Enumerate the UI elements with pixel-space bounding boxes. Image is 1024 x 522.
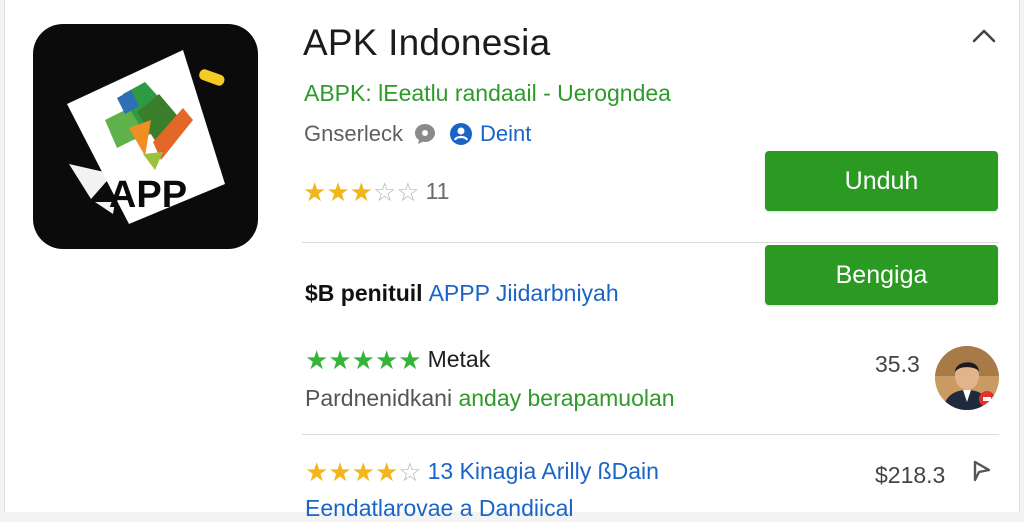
star-icon: ★ [374,344,399,375]
review-item: ★ ★ ★ ★ ★ Metak Pardnenidkani anday berapamu… [305,346,675,412]
section-title: $B penituil [305,280,423,306]
app-title: APK Indonesia [303,22,551,63]
review-item: ★ ★ ★ ★ ☆ 13 Kinagia Arilly ßDain Eendatlaro… [305,458,659,522]
review-value: $218.3 [875,462,946,488]
app-subtitle: ABPK: lEeatlu randaail - Uerogndea [304,80,671,106]
app-rating: ★ ★ ★ ☆ ☆ 11 [303,178,449,205]
collapse-button[interactable] [969,22,999,52]
rating-count: 11 [425,178,450,204]
star-icon: ★ [351,344,375,375]
review-text: Eendatlarovae a Dandiical [305,495,574,521]
app-logo-graphic: APP [67,50,225,224]
avatar-image [935,346,999,410]
star-icon: ★ [328,456,352,487]
app-rating-stars: ★ ★ ★ ☆ ☆ [303,179,420,205]
review-text-part: Pardnenidkani [305,385,459,411]
star-icon: ★ [305,344,329,375]
developer-badge-icon [450,123,473,145]
chat-bubble-icon [415,124,436,144]
chevron-up-icon [972,29,996,43]
star-icon: ★ [351,456,375,487]
review-name: Metak [427,346,491,372]
review-text: Pardnenidkani anday berapamuolan [305,385,675,412]
review-stars: ★ ★ ★ ★ ☆ [305,459,422,485]
download-button[interactable]: Unduh [765,151,998,211]
star-icon: ☆ [398,456,422,487]
secondary-button[interactable]: Bengiga [765,245,998,305]
app-icon-label: APP [109,174,187,216]
star-icon: ☆ [396,176,420,207]
divider [302,242,999,243]
developer-row: Gnserleck Deint [304,120,531,148]
star-icon: ★ [398,344,422,375]
review-stars: ★ ★ ★ ★ ★ [305,347,422,373]
star-icon: ★ [326,176,350,207]
developer-link-label: Deint [480,121,532,146]
review-text-highlight: anday berapamuolan [458,385,675,411]
section-link[interactable]: APPP Jiidarbniyah [429,280,619,306]
star-icon: ★ [328,344,352,375]
app-icon: APP [33,24,258,249]
review-name[interactable]: 13 Kinagia Arilly ßDain [428,458,659,485]
star-icon: ★ [303,176,327,207]
divider [302,434,999,435]
star-icon: ☆ [372,176,397,207]
developer-link[interactable]: Deint [449,121,531,147]
developer-name: Gnserleck [304,121,404,146]
app-detail-card: APP APK Indonesia ABPK: lEeatlu randaail… [4,0,1020,521]
review-value: 35.3 [875,351,920,377]
section-heading: $B penituil APPP Jiidarbniyah [305,280,619,307]
share-icon[interactable] [969,458,995,484]
star-icon: ★ [374,456,399,487]
avatar[interactable] [935,346,999,410]
star-icon: ★ [349,176,373,207]
star-icon: ★ [305,456,329,487]
